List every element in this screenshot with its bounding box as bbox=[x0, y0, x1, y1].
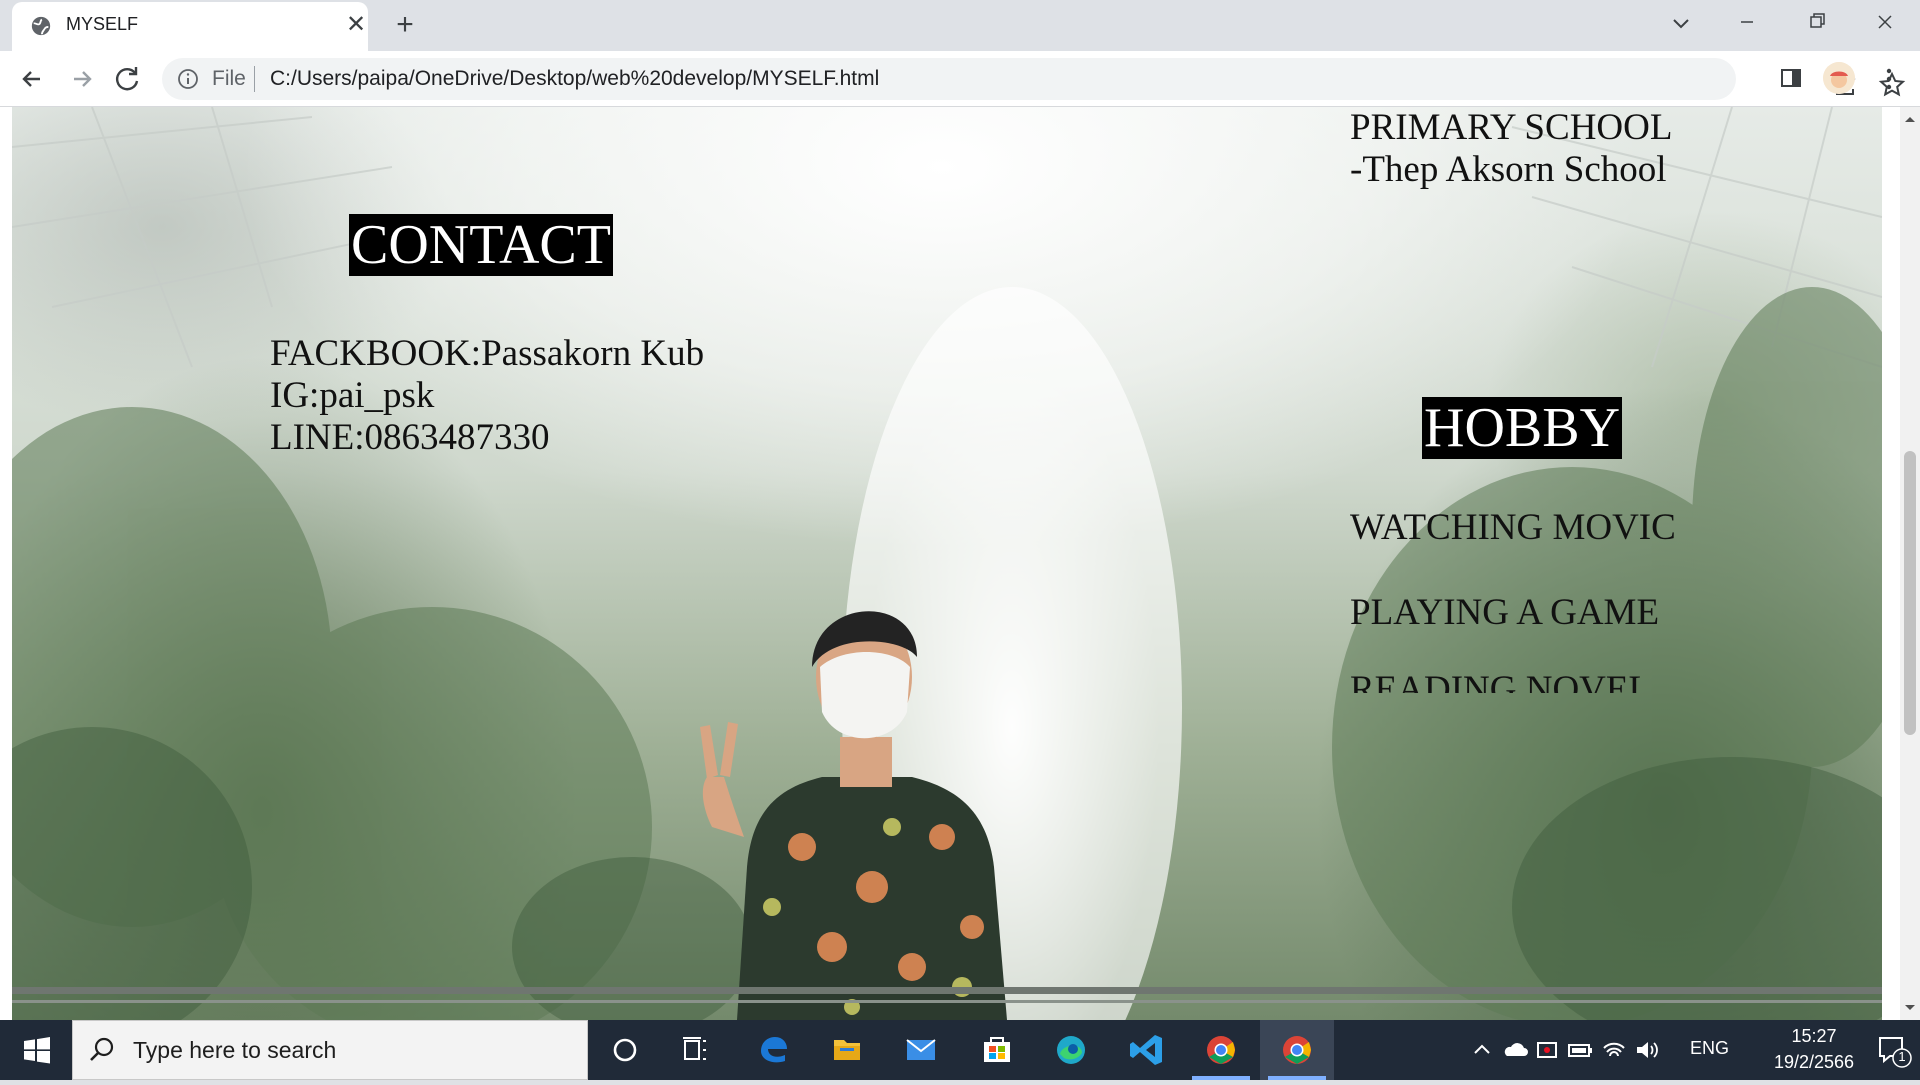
chrome-taskbar-button-active[interactable] bbox=[1260, 1020, 1334, 1080]
railing bbox=[12, 1000, 1882, 1003]
cortana-icon[interactable] bbox=[588, 1020, 662, 1080]
clock-time[interactable]: 15:27 bbox=[1754, 1026, 1874, 1047]
avatar-icon bbox=[1823, 62, 1855, 94]
search-icon bbox=[90, 1037, 114, 1061]
chrome-taskbar-button[interactable] bbox=[1184, 1020, 1258, 1080]
primary-school-heading: PRIMARY SCHOOL bbox=[1350, 107, 1673, 148]
windows-taskbar: Type here to search ENG 15:27 19/2/2566 … bbox=[0, 1020, 1920, 1080]
chevron-up-icon[interactable] bbox=[1468, 1036, 1496, 1064]
wifi-icon[interactable] bbox=[1600, 1036, 1628, 1064]
contact-instagram: IG:pai_psk bbox=[270, 375, 435, 416]
hobby-item-clipped: READING NOVEL bbox=[1350, 669, 1770, 693]
reload-icon[interactable] bbox=[108, 61, 148, 97]
globe-icon bbox=[31, 16, 51, 36]
edge-icon[interactable] bbox=[1034, 1020, 1108, 1080]
address-bar[interactable]: File C:/Users/paipa/OneDrive/Desktop/web… bbox=[162, 58, 1906, 100]
hobby-item: READING NOVEL bbox=[1350, 669, 1652, 693]
language-indicator[interactable]: ENG bbox=[1690, 1038, 1729, 1059]
tab-title: MYSELF bbox=[66, 14, 139, 34]
mail-icon[interactable] bbox=[884, 1020, 958, 1080]
side-panel-icon[interactable] bbox=[1774, 61, 1808, 95]
scroll-down-icon[interactable] bbox=[1900, 1000, 1920, 1016]
window-close-icon[interactable] bbox=[1850, 0, 1920, 44]
primary-school-name: -Thep Aksorn School bbox=[1350, 149, 1667, 190]
windows-start-icon[interactable] bbox=[0, 1020, 72, 1080]
photo-scene bbox=[12, 107, 1882, 1020]
edge-legacy-icon[interactable] bbox=[736, 1020, 810, 1080]
browser-tab[interactable]: MYSELF ✕ bbox=[12, 2, 368, 51]
volume-icon[interactable] bbox=[1632, 1036, 1660, 1064]
vscode-icon[interactable] bbox=[1110, 1020, 1184, 1080]
page-viewport: PRIMARY SCHOOL -Thep Aksorn School CONTA… bbox=[0, 107, 1900, 1020]
browser-toolbar: File C:/Users/paipa/OneDrive/Desktop/web… bbox=[0, 51, 1920, 107]
scroll-up-icon[interactable] bbox=[1900, 111, 1920, 127]
running-indicator bbox=[1192, 1076, 1250, 1080]
contact-line: LINE:0863487330 bbox=[270, 417, 550, 458]
railing bbox=[12, 987, 1882, 994]
store-icon[interactable] bbox=[960, 1020, 1034, 1080]
system-tray: ENG 15:27 19/2/2566 1 bbox=[1462, 1020, 1920, 1080]
clock-date[interactable]: 19/2/2566 bbox=[1754, 1052, 1874, 1073]
minimize-icon[interactable] bbox=[1712, 0, 1782, 44]
security-label: File bbox=[212, 67, 246, 90]
back-arrow-icon[interactable] bbox=[12, 61, 52, 97]
forward-arrow-icon[interactable] bbox=[62, 61, 102, 97]
url-text[interactable]: C:/Users/paipa/OneDrive/Desktop/web%20de… bbox=[270, 67, 879, 91]
divider bbox=[254, 66, 255, 92]
background-photo: PRIMARY SCHOOL -Thep Aksorn School CONTA… bbox=[12, 107, 1882, 1020]
restore-icon[interactable] bbox=[1782, 0, 1852, 44]
close-tab-icon[interactable]: ✕ bbox=[342, 11, 370, 39]
notification-center-button[interactable]: 1 bbox=[1870, 1030, 1916, 1070]
chrome-icon bbox=[1283, 1036, 1311, 1064]
browser-tab-strip: MYSELF ✕ + bbox=[0, 0, 1920, 51]
info-icon[interactable] bbox=[176, 67, 200, 91]
notification-count: 1 bbox=[1898, 1049, 1906, 1064]
hobby-heading: HOBBY bbox=[1422, 397, 1623, 459]
taskbar-search-box[interactable]: Type here to search bbox=[72, 1020, 588, 1080]
file-explorer-icon[interactable] bbox=[810, 1020, 884, 1080]
page-scrollbar[interactable] bbox=[1900, 107, 1920, 1020]
battery-icon[interactable] bbox=[1566, 1036, 1594, 1064]
profile-avatar[interactable] bbox=[1823, 62, 1855, 94]
task-view-icon[interactable] bbox=[658, 1020, 732, 1080]
scrollbar-thumb[interactable] bbox=[1904, 451, 1916, 735]
running-indicator bbox=[1268, 1076, 1326, 1080]
kebab-menu-icon[interactable] bbox=[1874, 61, 1904, 97]
notification-icon bbox=[1879, 1037, 1912, 1068]
new-tab-button[interactable]: + bbox=[388, 8, 422, 42]
chrome-icon bbox=[1207, 1036, 1235, 1064]
search-placeholder: Type here to search bbox=[133, 1037, 337, 1063]
onedrive-icon[interactable] bbox=[1502, 1036, 1530, 1064]
contact-heading: CONTACT bbox=[349, 214, 613, 276]
tab-search-icon[interactable] bbox=[1664, 6, 1698, 40]
contact-facebook: FACKBOOK:Passakorn Kub bbox=[270, 333, 705, 374]
security-camera-icon[interactable] bbox=[1534, 1036, 1562, 1064]
hobby-item: WATCHING MOVIC bbox=[1350, 507, 1676, 548]
hobby-item: PLAYING A GAME bbox=[1350, 592, 1660, 633]
